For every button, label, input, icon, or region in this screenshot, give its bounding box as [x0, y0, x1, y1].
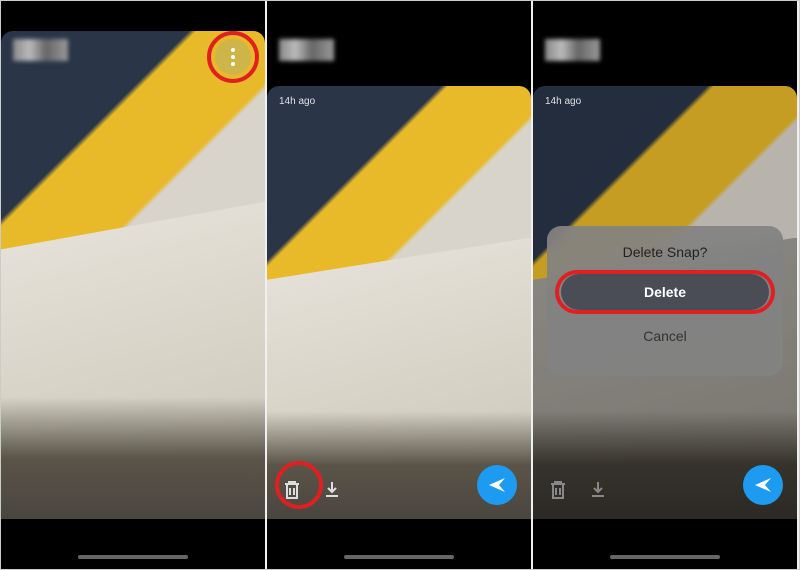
snap-photo [267, 86, 531, 519]
send-button[interactable] [477, 465, 517, 505]
screenshot-3: 14h ago Delete Snap? Delete Cancel [533, 1, 799, 569]
user-avatar[interactable] [13, 39, 68, 61]
home-indicator [610, 555, 720, 559]
user-avatar[interactable] [279, 39, 334, 61]
more-options-button[interactable] [215, 39, 251, 75]
user-avatar[interactable] [545, 39, 600, 61]
delete-confirmation-dialog: Delete Snap? Delete Cancel [547, 226, 783, 376]
home-indicator [344, 555, 454, 559]
screenshot-2: 14h ago [267, 1, 533, 569]
download-icon[interactable] [587, 479, 609, 501]
bottom-action-bar [281, 479, 343, 501]
send-icon [487, 476, 507, 494]
more-vertical-icon [231, 48, 235, 66]
send-button[interactable] [743, 465, 783, 505]
trash-icon[interactable] [281, 479, 303, 501]
send-icon [753, 476, 773, 494]
download-icon[interactable] [321, 479, 343, 501]
trash-icon[interactable] [547, 479, 569, 501]
screenshot-1 [1, 1, 267, 569]
delete-button[interactable]: Delete [561, 274, 769, 310]
dialog-title: Delete Snap? [561, 244, 769, 260]
home-indicator [78, 555, 188, 559]
timestamp-label: 14h ago [545, 96, 581, 107]
timestamp-label: 14h ago [279, 96, 315, 107]
bottom-action-bar [547, 479, 609, 501]
snap-photo [1, 31, 265, 519]
cancel-button[interactable]: Cancel [561, 318, 769, 354]
